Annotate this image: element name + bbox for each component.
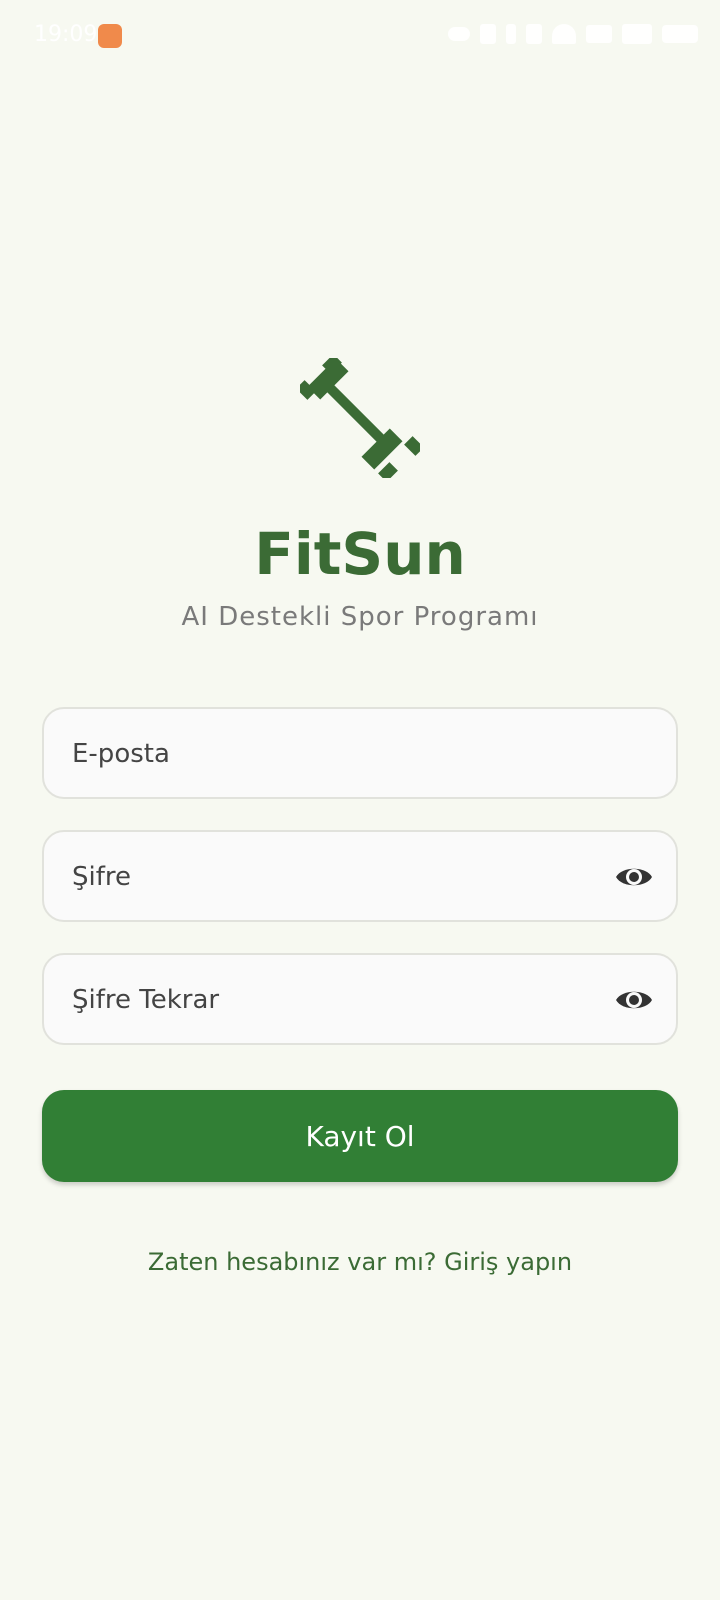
email-field[interactable] — [42, 707, 678, 799]
wifi-icon — [552, 24, 576, 44]
dumbbell-icon — [300, 358, 420, 478]
signal-icon — [622, 24, 652, 44]
status-time: 19:09 — [34, 22, 98, 47]
login-link[interactable]: Zaten hesabınız var mı? Giriş yapın — [0, 1248, 720, 1276]
shield-app-icon — [98, 24, 122, 48]
app-subtitle: AI Destekli Spor Programı — [181, 602, 539, 632]
vibrate-icon — [526, 24, 542, 44]
password-input[interactable] — [70, 832, 594, 922]
password-confirm-input[interactable] — [70, 955, 594, 1045]
password-field[interactable] — [42, 830, 678, 922]
nfc-icon — [480, 24, 496, 44]
bluetooth-icon — [506, 24, 516, 44]
battery-icon — [662, 25, 698, 43]
email-input[interactable] — [70, 709, 594, 799]
status-icons — [448, 24, 698, 44]
eye-icon[interactable] — [614, 862, 654, 892]
eye-icon — [448, 27, 470, 41]
eye-icon[interactable] — [614, 985, 654, 1015]
status-bar: 19:09 — [0, 0, 720, 70]
register-button[interactable]: Kayıt Ol — [42, 1090, 678, 1182]
password-confirm-field[interactable] — [42, 953, 678, 1045]
volte-icon — [586, 25, 612, 43]
app-title: FitSun — [254, 520, 466, 588]
